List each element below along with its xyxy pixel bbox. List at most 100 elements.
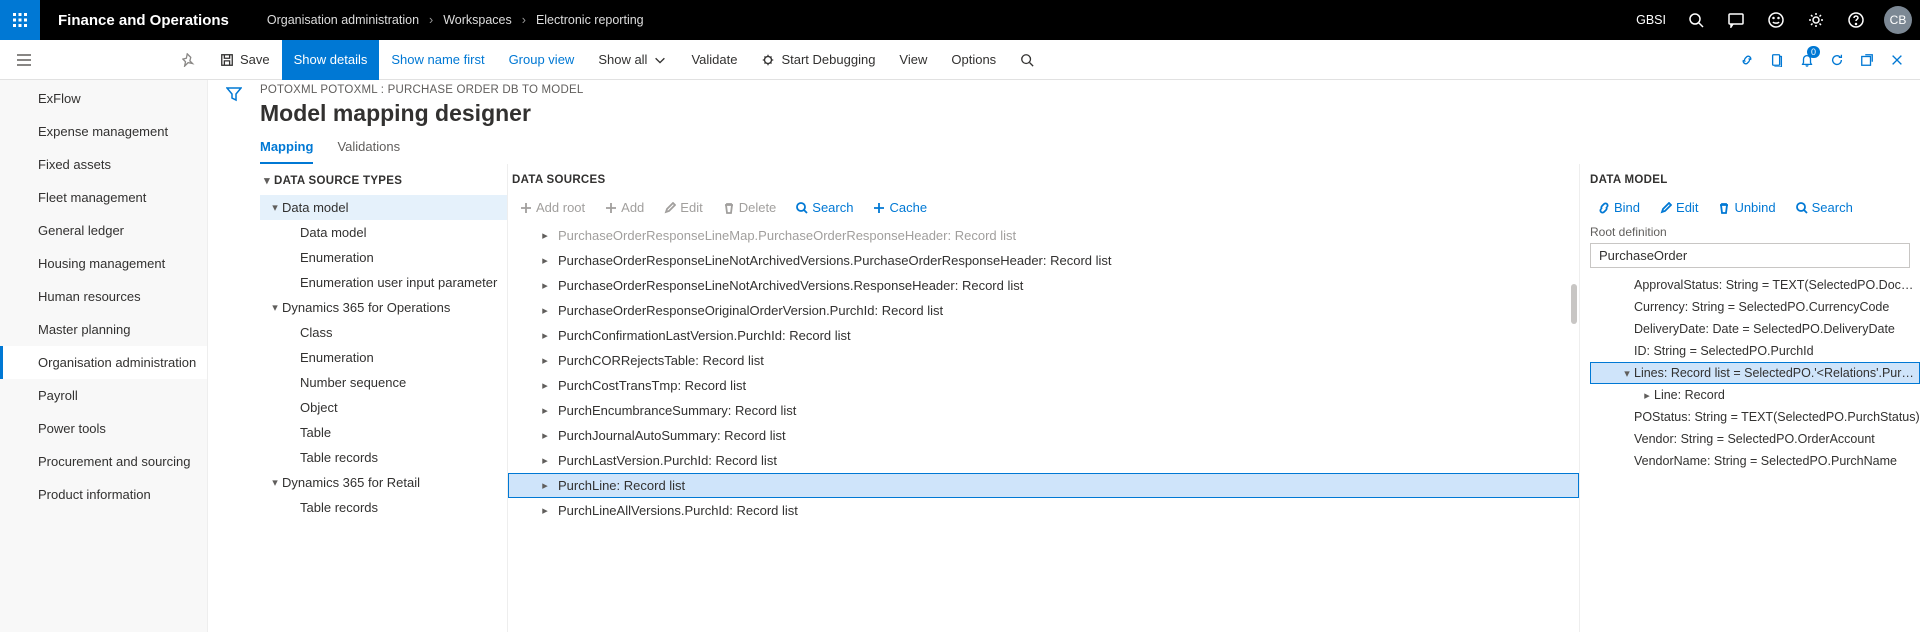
expander-icon[interactable]: ▾ [268,301,282,314]
tab-validations[interactable]: Validations [337,133,400,164]
tree-row[interactable]: ▾Dynamics 365 for Operations [260,295,507,320]
nav-item[interactable]: Master planning [0,313,207,346]
show-details-button[interactable]: Show details [282,40,380,80]
bind-button[interactable]: Bind [1590,198,1648,217]
nav-item[interactable]: Product information [0,478,207,511]
notifications-button[interactable]: 0 [1792,40,1822,80]
nav-item[interactable]: Payroll [0,379,207,412]
search-button[interactable]: Search [788,198,861,217]
attachments-button[interactable] [1762,40,1792,80]
tree-row[interactable]: Enumeration [260,345,507,370]
group-view-button[interactable]: Group view [497,40,587,80]
unbind-button[interactable]: Unbind [1710,198,1783,217]
tree-row[interactable]: Table records [260,445,507,470]
tab-mapping[interactable]: Mapping [260,133,313,164]
tree-row[interactable]: Enumeration [260,245,507,270]
link-button[interactable] [1732,40,1762,80]
nav-item[interactable]: Power tools [0,412,207,445]
tree-row[interactable]: ▸PurchCostTransTmp: Record list [508,373,1579,398]
expander-icon[interactable]: ▸ [538,279,552,292]
save-button[interactable]: Save [208,40,282,80]
show-all-dropdown[interactable]: Show all [586,40,679,80]
nav-item[interactable]: Housing management [0,247,207,280]
close-button[interactable] [1882,40,1912,80]
tree-row[interactable]: ▸PurchaseOrderResponseLineMap.PurchaseOr… [508,223,1579,248]
search-button[interactable]: Search [1788,198,1861,217]
feedback-button[interactable] [1756,0,1796,40]
tree-row[interactable]: ApprovalStatus: String = TEXT(SelectedPO… [1590,274,1920,296]
tree-row[interactable]: Data model [260,220,507,245]
cache-button[interactable]: Cache [865,198,935,217]
new-window-button[interactable] [1852,40,1882,80]
data-model-tree[interactable]: ApprovalStatus: String = TEXT(SelectedPO… [1580,274,1920,472]
tree-row[interactable]: Currency: String = SelectedPO.CurrencyCo… [1590,296,1920,318]
breadcrumb-item[interactable]: Electronic reporting [536,13,644,27]
tree-row[interactable]: ▾Dynamics 365 for Retail [260,470,507,495]
tree-row[interactable]: Object [260,395,507,420]
root-definition-value[interactable]: PurchaseOrder [1590,243,1910,268]
nav-item[interactable]: ExFlow [0,82,207,115]
tree-row[interactable]: ▸PurchaseOrderResponseLineNotArchivedVer… [508,273,1579,298]
settings-button[interactable] [1796,0,1836,40]
tree-row[interactable]: DeliveryDate: Date = SelectedPO.Delivery… [1590,318,1920,340]
tree-row[interactable]: ▸PurchCORRejectsTable: Record list [508,348,1579,373]
nav-item[interactable]: General ledger [0,214,207,247]
tree-row[interactable]: Table [260,420,507,445]
nav-item[interactable]: Fixed assets [0,148,207,181]
view-button[interactable]: View [887,40,939,80]
tree-row[interactable]: ▾Lines: Record list = SelectedPO.'<Relat… [1590,362,1920,384]
search-button[interactable] [1676,0,1716,40]
tree-row[interactable]: Class [260,320,507,345]
app-launcher-button[interactable] [0,0,40,40]
refresh-button[interactable] [1822,40,1852,80]
tree-row[interactable]: Number sequence [260,370,507,395]
edit-button[interactable]: Edit [1652,198,1706,217]
data-sources-tree[interactable]: ▸PurchaseOrderResponseLineMap.PurchaseOr… [508,223,1579,632]
expander-icon[interactable]: ▾ [1620,367,1634,380]
expander-icon[interactable]: ▸ [538,304,552,317]
tree-row[interactable]: ID: String = SelectedPO.PurchId [1590,340,1920,362]
edit-button[interactable]: Edit [656,198,710,217]
tree-row[interactable]: ▸PurchLastVersion.PurchId: Record list [508,448,1579,473]
show-name-first-button[interactable]: Show name first [379,40,496,80]
expander-icon[interactable]: ▸ [538,354,552,367]
expander-icon[interactable]: ▸ [1640,389,1654,402]
expander-icon[interactable]: ▸ [538,329,552,342]
validate-button[interactable]: Validate [679,40,749,80]
nav-item[interactable]: Organisation administration [0,346,207,379]
tree-row[interactable]: ▸PurchJournalAutoSummary: Record list [508,423,1579,448]
nav-item[interactable]: Expense management [0,115,207,148]
filter-button[interactable] [226,86,242,105]
add-root-button[interactable]: Add root [512,198,593,217]
scrollbar-thumb[interactable] [1571,284,1577,324]
tree-row[interactable]: ▸PurchaseOrderResponseLineNotArchivedVer… [508,248,1579,273]
expander-icon[interactable]: ▾ [268,476,282,489]
options-button[interactable]: Options [939,40,1008,80]
company-selector[interactable]: GBSI [1626,13,1676,27]
nav-item[interactable]: Procurement and sourcing [0,445,207,478]
tree-row[interactable]: ▸PurchConfirmationLastVersion.PurchId: R… [508,323,1579,348]
tree-row[interactable]: Enumeration user input parameter [260,270,507,295]
data-source-types-tree[interactable]: ▾Data modelData modelEnumerationEnumerat… [260,195,507,632]
delete-button[interactable]: Delete [715,198,785,217]
avatar[interactable]: CB [1884,6,1912,34]
expander-icon[interactable]: ▸ [538,479,552,492]
help-button[interactable] [1836,0,1876,40]
tree-row[interactable]: POStatus: String = TEXT(SelectedPO.Purch… [1590,406,1920,428]
tree-row[interactable]: ▾Data model [260,195,507,220]
tree-row[interactable]: Table records [260,495,507,520]
tree-row[interactable]: ▸PurchaseOrderResponseOriginalOrderVersi… [508,298,1579,323]
expander-icon[interactable]: ▸ [538,254,552,267]
expander-icon[interactable]: ▸ [538,454,552,467]
hamburger-button[interactable] [0,40,48,80]
pin-icon[interactable] [182,53,196,67]
expander-icon[interactable]: ▸ [538,229,552,242]
start-debugging-button[interactable]: Start Debugging [749,40,887,80]
breadcrumb-item[interactable]: Workspaces [443,13,512,27]
nav-item[interactable]: Human resources [0,280,207,313]
breadcrumb-item[interactable]: Organisation administration [267,13,419,27]
tree-row[interactable]: ▸Line: Record [1590,384,1920,406]
tree-row[interactable]: ▸PurchEncumbranceSummary: Record list [508,398,1579,423]
messages-button[interactable] [1716,0,1756,40]
add-button[interactable]: Add [597,198,652,217]
